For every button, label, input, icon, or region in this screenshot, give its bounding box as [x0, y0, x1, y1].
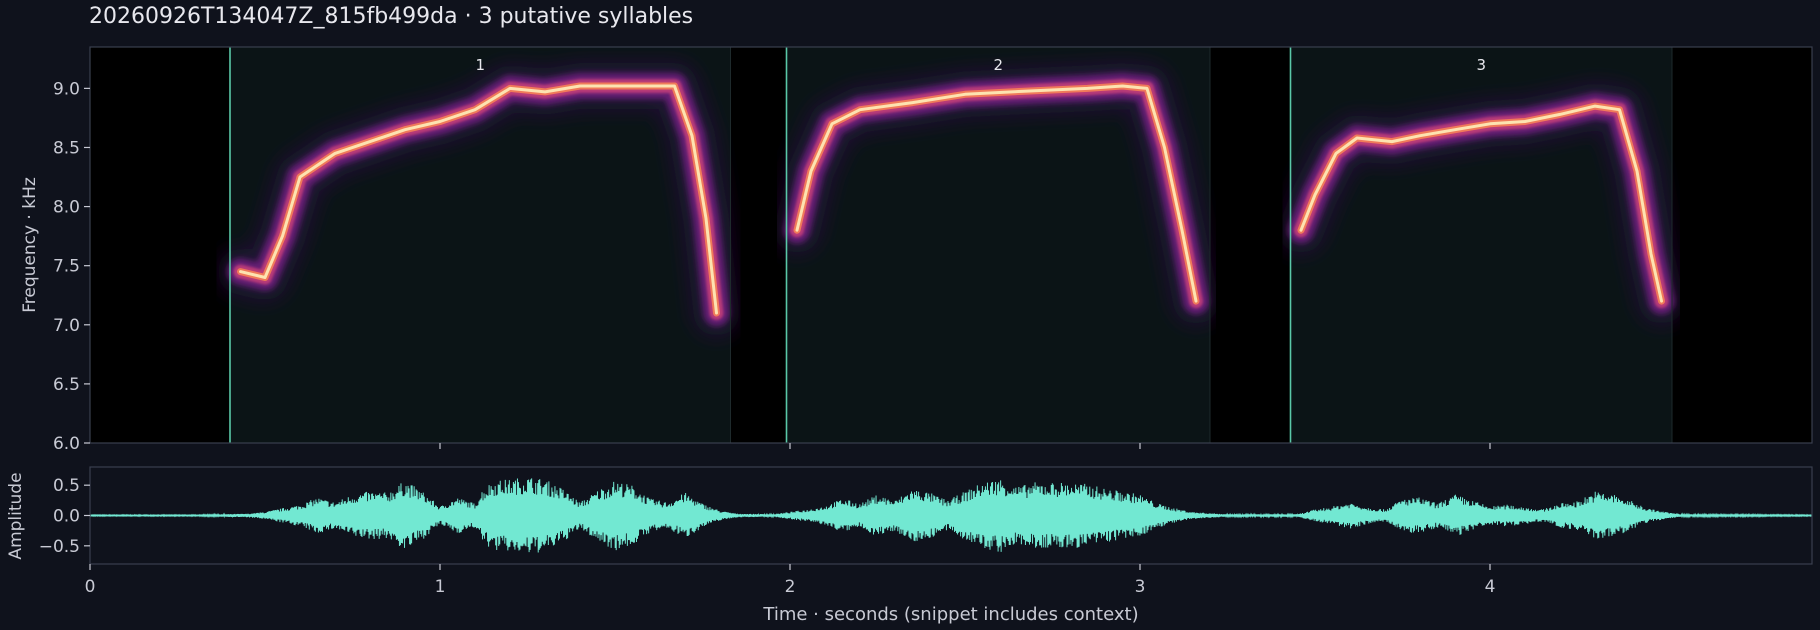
amplitude-axis-label: Amplitude [6, 472, 26, 559]
frequency-tick-label: 8.5 [53, 138, 80, 158]
time-axis-ticks: 0 1 2 3 4 [85, 564, 1496, 597]
syllable-label-3: 3 [1476, 56, 1486, 74]
amplitude-tick-label: 0.0 [53, 507, 80, 527]
chart-title: 20260926T134047Z_815fb499da · 3 putative… [89, 4, 693, 29]
time-tick-label: 2 [785, 577, 796, 597]
amplitude-tick-label: −0.5 [39, 537, 80, 557]
time-axis-label: Time · seconds (snippet includes context… [762, 604, 1138, 625]
frequency-tick-label: 7.5 [53, 257, 80, 277]
time-tick-label: 0 [85, 577, 96, 597]
frequency-tick-label: 7.0 [53, 316, 80, 336]
frequency-axis-label: Frequency · kHz [20, 177, 40, 313]
time-tick-label: 3 [1135, 577, 1146, 597]
figure: 20260926T134047Z_815fb499da · 3 putative… [6, 4, 1813, 625]
spectrogram-panel: 1 2 3 6.0 6.5 7.0 7.5 8.0 8.5 9.0 Frequency · kH… [20, 46, 1813, 454]
amplitude-axis-ticks: −0.5 0.0 0.5 [39, 476, 90, 557]
frequency-tick-label: 8.0 [53, 198, 80, 218]
frequency-tick-label: 6.5 [53, 375, 80, 395]
frequency-tick-label: 6.0 [53, 434, 80, 454]
waveform-panel: −0.5 0.0 0.5 0 1 2 3 4 Amplitude Time · second… [6, 466, 1813, 625]
amplitude-tick-label: 0.5 [53, 476, 80, 496]
frequency-tick-label: 9.0 [53, 79, 80, 99]
time-tick-label: 1 [435, 577, 446, 597]
waveform-path [90, 478, 1812, 553]
frequency-axis-ticks: 6.0 6.5 7.0 7.5 8.0 8.5 9.0 [53, 79, 90, 454]
time-tick-label: 4 [1485, 577, 1496, 597]
syllable-label-1: 1 [475, 56, 485, 74]
spectrogram-x-ticks [439, 443, 1491, 449]
waveform-trace [90, 478, 1812, 553]
syllable-label-2: 2 [993, 56, 1003, 74]
